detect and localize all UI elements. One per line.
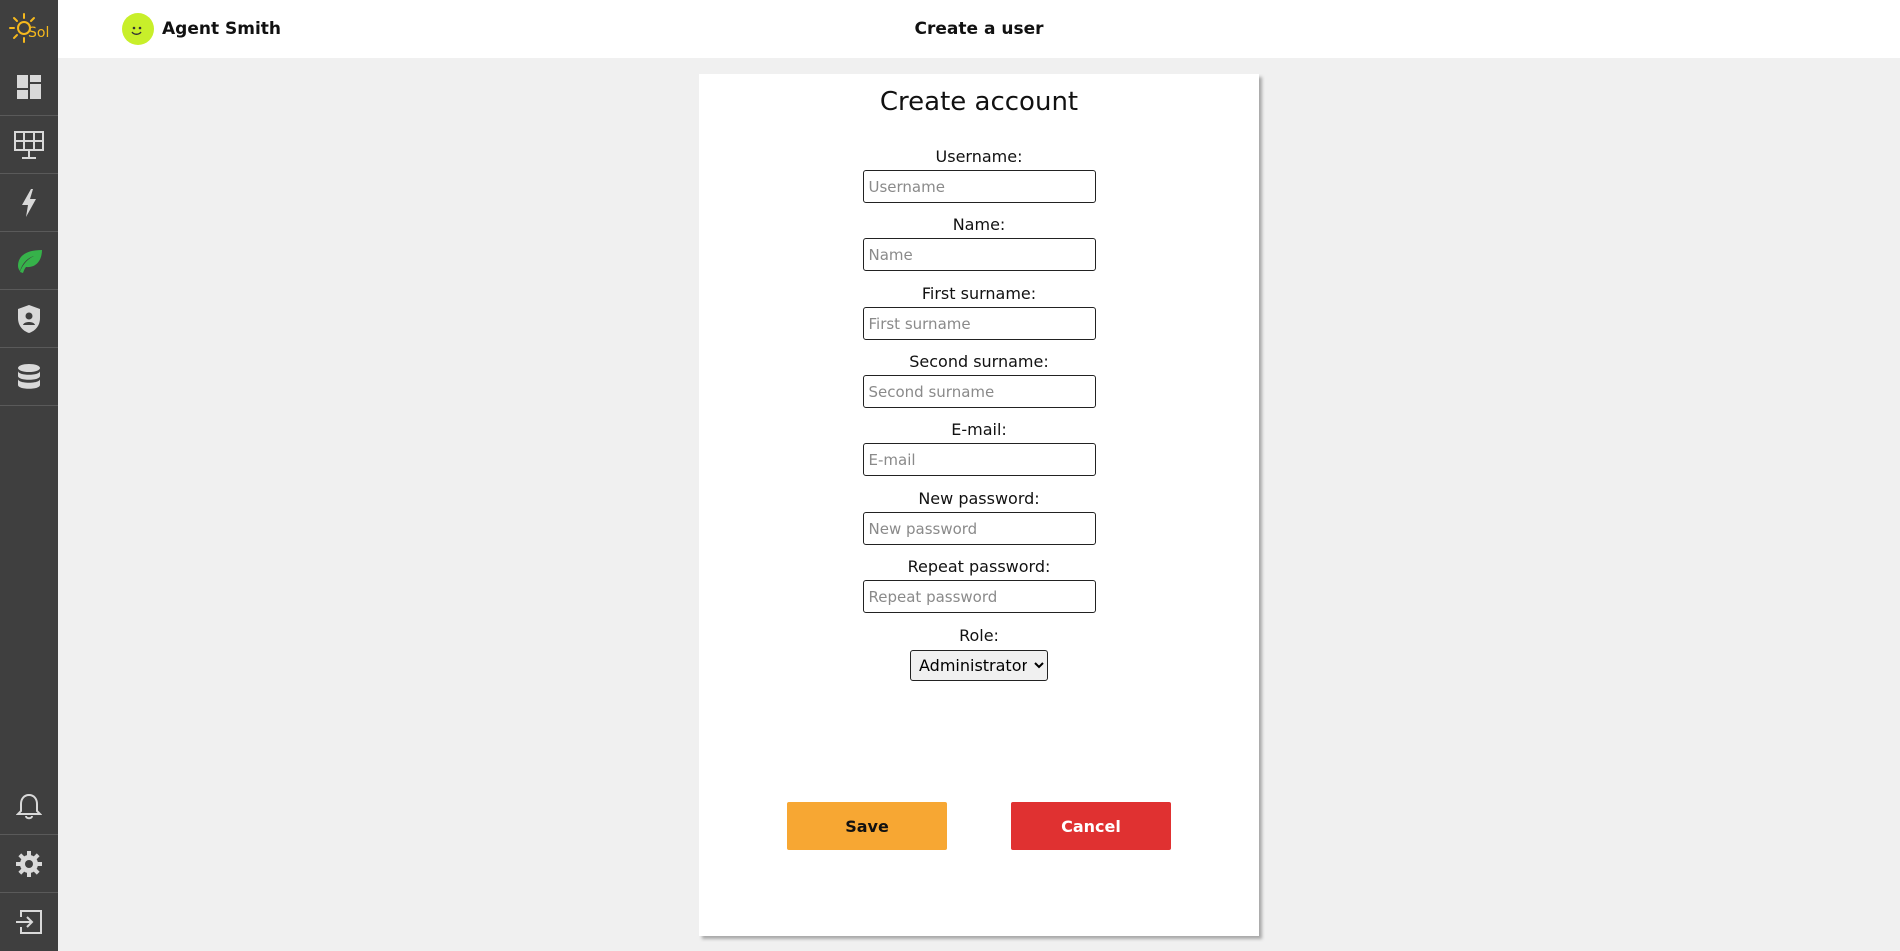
role-select[interactable]: Administrator bbox=[910, 650, 1048, 681]
bell-icon bbox=[16, 793, 42, 819]
sidebar-item-eco[interactable] bbox=[0, 232, 58, 290]
second-surname-input[interactable] bbox=[862, 375, 1096, 408]
repeat-password-input[interactable] bbox=[862, 580, 1096, 613]
database-icon bbox=[18, 363, 40, 389]
sidebar-item-dashboard[interactable] bbox=[0, 58, 58, 116]
create-account-card: Create account Username: Name: First sur… bbox=[699, 74, 1259, 936]
sidebar-item-logout[interactable] bbox=[0, 893, 58, 951]
username-label: Username: bbox=[935, 147, 1023, 166]
repeat-password-label: Repeat password: bbox=[907, 557, 1051, 576]
name-field-group: Name: bbox=[699, 214, 1259, 271]
logout-icon bbox=[16, 910, 42, 934]
username-field-group: Username: bbox=[699, 146, 1259, 203]
page-title: Create a user bbox=[914, 19, 1044, 39]
lightning-icon bbox=[22, 188, 36, 217]
first-surname-label: First surname: bbox=[921, 284, 1037, 303]
repeat-password-field-group: Repeat password: bbox=[699, 556, 1259, 613]
sidebar-item-database[interactable] bbox=[0, 348, 58, 406]
shield-icon bbox=[18, 304, 40, 333]
name-input[interactable] bbox=[862, 238, 1096, 271]
sidebar-item-security[interactable] bbox=[0, 290, 58, 348]
sol-logo[interactable]: Sol bbox=[6, 8, 52, 50]
leaf-icon bbox=[18, 249, 42, 273]
new-password-label: New password: bbox=[918, 489, 1040, 508]
second-surname-label: Second surname: bbox=[909, 352, 1049, 371]
form-title: Create account bbox=[879, 87, 1079, 117]
cancel-button[interactable]: Cancel bbox=[1011, 802, 1171, 850]
new-password-input[interactable] bbox=[862, 512, 1096, 545]
first-surname-field-group: First surname: bbox=[699, 283, 1259, 340]
dashboard-icon bbox=[17, 74, 41, 99]
role-label: Role: bbox=[959, 626, 999, 645]
gear-icon bbox=[16, 850, 42, 877]
second-surname-field-group: Second surname: bbox=[699, 351, 1259, 408]
email-field-group: E-mail: bbox=[699, 419, 1259, 476]
sidebar-item-notifications[interactable] bbox=[0, 777, 58, 835]
email-input[interactable] bbox=[862, 443, 1096, 476]
top-header: Agent Smith Create a user bbox=[58, 0, 1900, 58]
first-surname-input[interactable] bbox=[862, 307, 1096, 340]
name-label: Name: bbox=[952, 215, 1006, 234]
save-button[interactable]: Save bbox=[787, 802, 947, 850]
new-password-field-group: New password: bbox=[699, 488, 1259, 545]
sidebar-item-solar-panels[interactable] bbox=[0, 116, 58, 174]
email-label: E-mail: bbox=[951, 420, 1007, 439]
role-field-group: Role: Administrator bbox=[699, 625, 1259, 681]
solar-panel-icon bbox=[14, 130, 44, 159]
logo-text: Sol bbox=[28, 25, 50, 41]
sidebar-item-energy[interactable] bbox=[0, 174, 58, 232]
username-input[interactable] bbox=[862, 170, 1096, 203]
sidebar: Sol bbox=[0, 0, 58, 951]
sidebar-item-settings[interactable] bbox=[0, 835, 58, 893]
